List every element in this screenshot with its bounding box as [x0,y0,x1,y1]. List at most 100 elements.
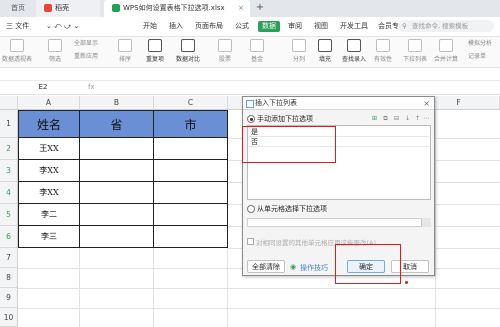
move-up-icon[interactable]: ↑ [414,115,421,122]
add-item-icon[interactable]: ⊞ [371,115,378,122]
tab-document[interactable]: WPS如何设置表格下拉选项.xlsx × [104,0,250,17]
gridline [18,308,500,309]
gridline [435,110,436,327]
delete-item-icon[interactable]: ⊟ [393,115,400,122]
cursor-mark [405,281,408,284]
menu-page-layout[interactable]: 页面布局 [195,17,223,36]
column-header-b[interactable]: B [80,96,154,110]
sort-icon [118,39,132,52]
menu-insert[interactable]: 插入 [169,17,183,36]
move-down-icon[interactable]: ↓ [404,115,411,122]
row-header-3[interactable]: 3 [0,160,18,182]
table-cell-name[interactable]: 李二 [18,204,80,226]
table-cell-province[interactable] [80,204,154,226]
table-cell-name[interactable]: 王XX [18,138,80,160]
table-cell-city[interactable] [154,204,228,226]
row-header-2[interactable]: 2 [0,138,18,160]
table-cell-city[interactable] [154,226,228,248]
menu-file[interactable]: 三 文件 [6,17,29,36]
row-header-5[interactable]: 5 [0,204,18,226]
row-header-8[interactable]: 8 [0,268,18,288]
search-placeholder: 查找命令, 搜索模板 [412,22,469,30]
table-cell-province[interactable] [80,226,154,248]
name-box[interactable]: E2 [8,82,78,93]
fill-button[interactable]: 填充 [318,39,332,63]
menu-formula[interactable]: 公式 [235,17,249,36]
tips-link[interactable]: 操作技巧 [300,263,328,273]
menu-more-icon[interactable]: ⌄ ⤺ ⤻ ⌄ [46,17,79,36]
table-cell-name[interactable]: 李XX [18,182,80,204]
apply-same-checkbox[interactable] [247,238,254,245]
row-header-9[interactable]: 9 [0,288,18,308]
table-cell-province[interactable] [80,182,154,204]
duplicates-button[interactable]: 重复项 [146,39,164,63]
table-cell-name[interactable]: 李三 [18,226,80,248]
menu-developer[interactable]: 开发工具 [340,17,368,36]
new-tab-button[interactable]: + [254,2,266,14]
show-all-button[interactable]: 全部显示 [74,38,98,47]
dialog-title-bar[interactable]: 插入下拉列表 × [243,97,434,110]
row-header-1[interactable]: 1 [0,110,18,138]
table-cell-city[interactable] [154,160,228,182]
daoke-icon [44,4,52,12]
manual-option-label: 手动添加下拉选项 [257,115,313,123]
what-if-button[interactable]: 模拟分析 [468,38,492,47]
filter-button[interactable]: 筛选 [48,39,62,63]
tab-home[interactable]: 首页 [0,0,36,17]
sort-button[interactable]: 排序 [118,39,132,63]
table-header-province[interactable]: 省 [80,110,154,138]
table-cell-province[interactable] [80,138,154,160]
range-select-icon[interactable] [421,218,431,227]
dialog-title: 插入下拉列表 [255,99,297,107]
validation-button[interactable]: 有效性 [374,39,392,63]
lookup-entry-button[interactable]: 查找录入 [342,39,366,63]
menu-start[interactable]: 开始 [143,17,157,36]
copy-item-icon[interactable]: ⧉ [382,115,389,122]
gridline [436,138,500,139]
gridline [228,204,242,205]
table-cell-city[interactable] [154,182,228,204]
menu-view[interactable]: 视图 [314,17,328,36]
fx-icon[interactable]: fx [88,82,95,93]
spreadsheet-icon [112,4,120,12]
menu-data[interactable]: 数据 [258,21,280,32]
table-cell-city[interactable] [154,138,228,160]
column-header-c[interactable]: C [154,96,228,110]
more-icon[interactable]: ⋯ [423,115,430,122]
clear-all-button[interactable]: 全部清除 [247,260,285,273]
stock-button[interactable]: 股票 [218,39,232,63]
tab-daoke[interactable]: 稻壳 [36,0,100,17]
reapply-button[interactable]: 重新应用 [74,51,98,60]
table-header-city[interactable]: 市 [154,110,228,138]
data-compare-button[interactable]: 数据对比 [176,39,200,63]
row-header-6[interactable]: 6 [0,226,18,248]
row-header-4[interactable]: 4 [0,182,18,204]
cell-option-radio[interactable] [247,205,255,213]
split-column-button[interactable]: 分列 [292,39,306,63]
table-cell-province[interactable] [80,160,154,182]
tips-icon[interactable]: ◉ [290,263,296,271]
row-header-7[interactable]: 7 [0,248,18,268]
highlight-options-box [242,126,336,163]
gridline [436,248,500,249]
range-input[interactable] [247,218,431,227]
search-input[interactable]: ⚲ 查找命令, 搜索模板 [398,20,494,32]
gridline [79,248,80,327]
gridline [436,160,500,161]
table-cell-name[interactable]: 李XX [18,160,80,182]
dropdown-list-button[interactable]: 下拉列表 [403,39,427,63]
menu-review[interactable]: 审阅 [288,17,302,36]
close-tab-icon[interactable]: × [238,0,244,17]
record-form-button[interactable]: 记录单 [468,51,486,60]
fund-button[interactable]: 基金 [250,39,264,63]
manual-option-radio[interactable] [247,115,255,123]
pivot-table-button[interactable]: 数据透视表 [2,39,32,63]
duplicates-icon [148,39,162,52]
row-header-10[interactable]: 10 [0,308,18,327]
consolidate-button[interactable]: 合并计算 [434,39,458,63]
split-column-icon [292,39,306,52]
column-header-a[interactable]: A [18,96,80,110]
select-all-corner[interactable] [0,96,18,110]
close-icon[interactable]: × [423,97,430,110]
table-header-name[interactable]: 姓名 [18,110,80,138]
